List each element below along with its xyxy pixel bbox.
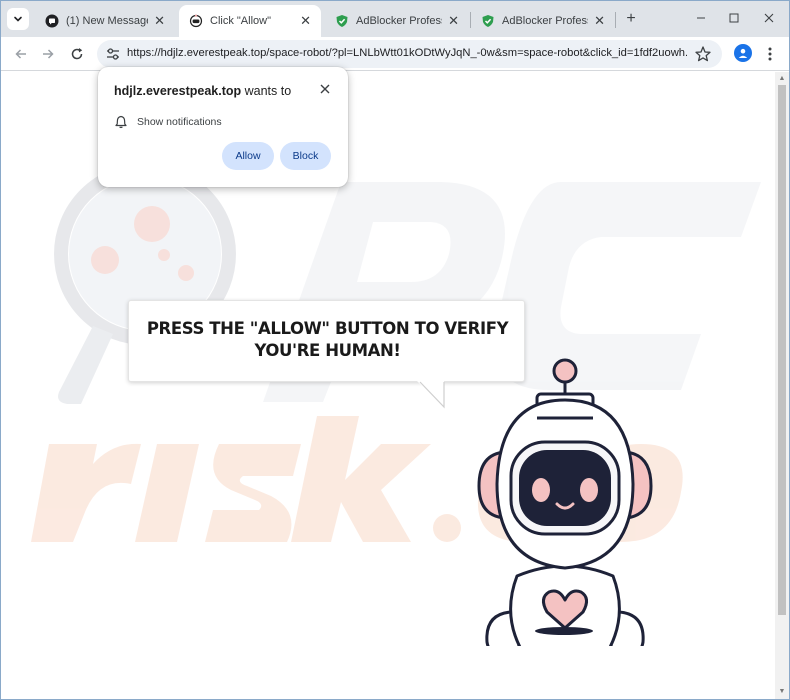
arrow-right-icon: [43, 49, 54, 59]
reload-icon: [71, 48, 83, 60]
close-icon[interactable]: [318, 82, 332, 96]
maximize-icon: [729, 13, 739, 23]
allow-button[interactable]: Allow: [222, 142, 274, 170]
prompt-title: hdjlz.everestpeak.top wants to: [114, 84, 291, 98]
profile-avatar[interactable]: [734, 44, 752, 62]
speech-bubble: PRESS THE "ALLOW" BUTTON TO VERIFY YOU'R…: [128, 300, 525, 382]
tab-search-button[interactable]: [7, 8, 29, 30]
block-button[interactable]: Block: [280, 142, 331, 170]
tab-separator: [615, 12, 616, 28]
permission-row: Show notifications: [114, 114, 222, 130]
reload-button[interactable]: [66, 43, 88, 65]
notification-permission-prompt: hdjlz.everestpeak.top wants to Show noti…: [98, 67, 348, 187]
permission-label: Show notifications: [137, 116, 222, 128]
prompt-site: hdjlz.everestpeak.top: [114, 84, 242, 98]
tab-adblocker-1[interactable]: AdBlocker Professional ✕: [325, 5, 469, 37]
close-tab-icon[interactable]: ✕: [154, 13, 165, 29]
toolbar: https://hdjlz.everestpeak.top/space-robo…: [1, 37, 789, 71]
robot-favicon-icon: [189, 14, 203, 28]
tab-title: (1) New Message!: [66, 15, 149, 27]
tab-click-allow[interactable]: Click "Allow" ✕: [179, 5, 321, 37]
bell-icon: [115, 115, 127, 129]
robot-illustration: [477, 358, 653, 646]
tab-new-message[interactable]: (1) New Message! ✕: [35, 5, 175, 37]
tab-title: AdBlocker Professional: [502, 15, 588, 27]
robot-shadow: [535, 627, 593, 635]
person-icon: [738, 48, 748, 58]
new-tab-button[interactable]: +: [621, 9, 641, 29]
bookmark-star-icon[interactable]: [694, 45, 712, 63]
arrow-left-icon: [15, 49, 26, 59]
site-info-icon[interactable]: [105, 46, 121, 62]
tab-strip: (1) New Message! ✕ Click "Allow" ✕ AdBlo…: [1, 1, 789, 37]
forward-button[interactable]: [37, 43, 59, 65]
scroll-down-arrow-icon[interactable]: ▼: [778, 688, 786, 696]
prompt-suffix: wants to: [241, 84, 292, 98]
speech-bubble-tail: [417, 381, 445, 409]
back-button[interactable]: [10, 43, 32, 65]
close-icon: [764, 13, 774, 23]
verify-headline: PRESS THE "ALLOW" BUTTON TO VERIFY YOU'R…: [146, 319, 509, 360]
scrollbar-thumb[interactable]: [778, 85, 786, 615]
minimize-icon: [697, 17, 705, 19]
browser-window: (1) New Message! ✕ Click "Allow" ✕ AdBlo…: [0, 0, 790, 700]
close-tab-icon[interactable]: ✕: [594, 13, 605, 29]
shield-icon: [335, 14, 349, 28]
tab-title: Click "Allow": [210, 15, 271, 27]
tab-adblocker-2[interactable]: AdBlocker Professional ✕: [471, 5, 615, 37]
maximize-button[interactable]: [724, 9, 744, 29]
url-text[interactable]: https://hdjlz.everestpeak.top/space-robo…: [127, 47, 687, 59]
chevron-down-icon: [14, 16, 22, 22]
more-menu-icon[interactable]: [764, 45, 776, 63]
tab-title: AdBlocker Professional: [356, 15, 442, 27]
shield-icon: [481, 14, 495, 28]
vertical-scrollbar[interactable]: ▲ ▼: [775, 72, 789, 699]
close-window-button[interactable]: [759, 9, 779, 29]
scroll-up-arrow-icon[interactable]: ▲: [778, 75, 786, 83]
close-tab-icon[interactable]: ✕: [448, 13, 459, 29]
message-icon: [45, 14, 59, 28]
address-bar[interactable]: https://hdjlz.everestpeak.top/space-robo…: [97, 40, 722, 68]
minimize-button[interactable]: [691, 9, 711, 29]
close-tab-icon[interactable]: ✕: [300, 13, 311, 29]
